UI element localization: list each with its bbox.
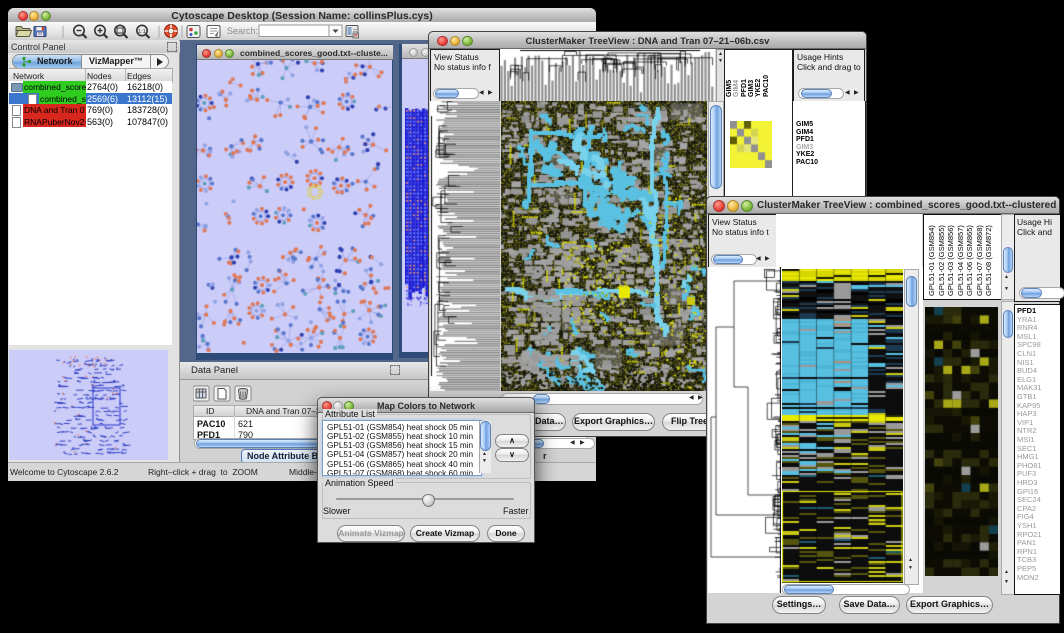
svg-text:1:1: 1:1	[138, 29, 146, 35]
svg-text:Search:: Search:	[227, 26, 258, 36]
